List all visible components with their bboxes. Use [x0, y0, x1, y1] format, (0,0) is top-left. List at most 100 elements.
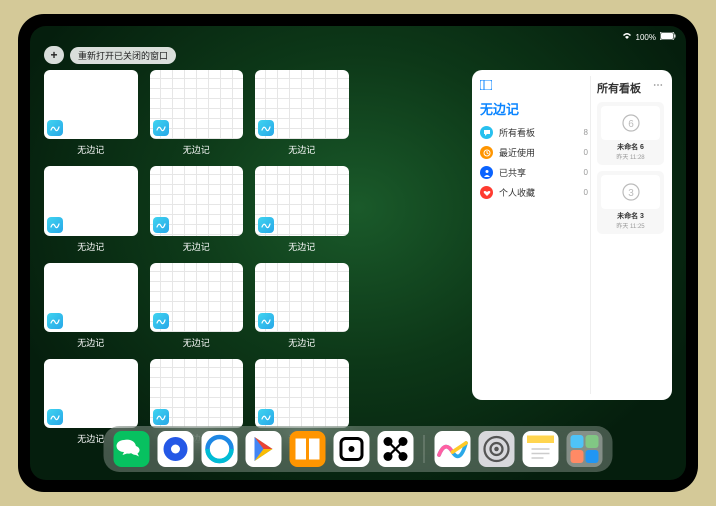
window-thumb[interactable]: 无边记: [44, 166, 138, 252]
window-card: [44, 263, 138, 332]
panel-item-label: 已共享: [499, 166, 578, 179]
wifi-icon: [622, 32, 632, 42]
board-thumb[interactable]: 6 未命名 6 昨天 11:28: [597, 102, 664, 165]
window-card: [255, 166, 349, 235]
window-card: [44, 166, 138, 235]
sidebar-icon: [480, 80, 588, 93]
window-thumb[interactable]: 无边记: [150, 263, 244, 349]
window-label: 无边记: [288, 336, 315, 349]
dock-separator: [424, 435, 425, 463]
clock-icon: [480, 146, 493, 159]
panel-item-count: 0: [584, 188, 588, 197]
panel-item-label: 个人收藏: [499, 186, 578, 199]
window-label: 无边记: [183, 336, 210, 349]
dock-browser1-icon[interactable]: [158, 431, 194, 467]
panel-right-title: 所有看板: [597, 80, 641, 96]
freeform-app-badge-icon: [47, 313, 63, 329]
freeform-app-badge-icon: [153, 120, 169, 136]
panel-item-count: 0: [584, 148, 588, 157]
panel-item-count: 0: [584, 168, 588, 177]
freeform-app-badge-icon: [258, 313, 274, 329]
panel-item[interactable]: 所有看板 8: [480, 126, 588, 139]
heart-icon: [480, 186, 493, 199]
window-thumb[interactable]: 无边记: [150, 166, 244, 252]
freeform-app-badge-icon: [153, 313, 169, 329]
person-icon: [480, 166, 493, 179]
dock-books-icon[interactable]: [290, 431, 326, 467]
window-card: [255, 263, 349, 332]
window-card: [255, 359, 349, 428]
window-grid: 无边记 无边记 无边记 无边记 无边记 无边记 无边记 无边记: [44, 70, 460, 424]
window-label: 无边记: [288, 143, 315, 156]
dock: [104, 426, 613, 472]
window-thumb[interactable]: 无边记: [255, 166, 349, 252]
board-time: 昨天 11:28: [616, 152, 644, 161]
dock-notes-icon[interactable]: [523, 431, 559, 467]
window-thumb[interactable]: 无边记: [44, 70, 138, 156]
panel-item[interactable]: 个人收藏 0: [480, 186, 588, 199]
window-card: [255, 70, 349, 139]
board-time: 昨天 11:25: [616, 221, 644, 230]
add-window-button[interactable]: +: [44, 46, 64, 64]
freeform-app-badge-icon: [47, 409, 63, 425]
freeform-app-badge-icon: [258, 120, 274, 136]
board-sketch: 3: [601, 175, 660, 209]
panel-sidebar: 无边记 所有看板 8 最近使用 0 已共享 0 个人收藏 0: [478, 76, 590, 394]
svg-text:6: 6: [628, 119, 634, 130]
dock-wechat-icon[interactable]: [114, 431, 150, 467]
board-sketch: 6: [601, 106, 660, 140]
dock-play-icon[interactable]: [246, 431, 282, 467]
freeform-panel[interactable]: 无边记 所有看板 8 最近使用 0 已共享 0 个人收藏 0 所有看板 ⋯: [472, 70, 672, 400]
screen: 100% + 重新打开已关闭的窗口 无边记 无边记 无边记 无边记 无边记 无边…: [30, 26, 686, 480]
freeform-app-badge-icon: [153, 409, 169, 425]
window-label: 无边记: [77, 240, 104, 253]
dock-connect-icon[interactable]: [378, 431, 414, 467]
freeform-app-badge-icon: [153, 217, 169, 233]
reopen-window-button[interactable]: 重新打开已关闭的窗口: [70, 47, 176, 64]
panel-item-count: 8: [584, 128, 588, 137]
window-label: 无边记: [77, 432, 104, 445]
panel-item-label: 最近使用: [499, 146, 578, 159]
dock-folder[interactable]: [567, 431, 603, 467]
panel-item[interactable]: 最近使用 0: [480, 146, 588, 159]
battery-label: 100%: [636, 33, 656, 42]
board-name: 未命名 6: [617, 142, 644, 152]
window-card: [44, 359, 138, 428]
board-name: 未命名 3: [617, 211, 644, 221]
window-thumb[interactable]: 无边记: [150, 70, 244, 156]
window-card: [150, 263, 244, 332]
bubble-icon: [480, 126, 493, 139]
window-thumb[interactable]: 无边记: [44, 263, 138, 349]
window-card: [150, 359, 244, 428]
battery-icon: [660, 32, 676, 42]
window-card: [44, 70, 138, 139]
svg-text:3: 3: [628, 188, 634, 199]
ipad-frame: 100% + 重新打开已关闭的窗口 无边记 无边记 无边记 无边记 无边记 无边…: [18, 14, 698, 492]
panel-item[interactable]: 已共享 0: [480, 166, 588, 179]
panel-right: 所有看板 ⋯ 6 未命名 6 昨天 11:28 3 未命名 3 昨天 11:25: [590, 76, 666, 394]
pill-row: + 重新打开已关闭的窗口: [44, 46, 176, 64]
status-bar: 100%: [30, 30, 686, 44]
window-thumb[interactable]: 无边记: [255, 263, 349, 349]
window-label: 无边记: [77, 143, 104, 156]
freeform-app-badge-icon: [258, 409, 274, 425]
dock-settings-icon[interactable]: [479, 431, 515, 467]
dock-freeform-icon[interactable]: [435, 431, 471, 467]
content-area: 无边记 无边记 无边记 无边记 无边记 无边记 无边记 无边记: [44, 70, 672, 424]
panel-title: 无边记: [480, 99, 588, 118]
window-thumb[interactable]: 无边记: [255, 70, 349, 156]
window-card: [150, 166, 244, 235]
dock-dice-icon[interactable]: [334, 431, 370, 467]
window-label: 无边记: [288, 240, 315, 253]
board-thumb[interactable]: 3 未命名 3 昨天 11:25: [597, 171, 664, 234]
freeform-app-badge-icon: [258, 217, 274, 233]
window-card: [150, 70, 244, 139]
window-label: 无边记: [183, 240, 210, 253]
freeform-app-badge-icon: [47, 120, 63, 136]
panel-list: 所有看板 8 最近使用 0 已共享 0 个人收藏 0: [480, 126, 588, 199]
panel-item-label: 所有看板: [499, 126, 578, 139]
more-icon[interactable]: ⋯: [653, 80, 664, 96]
freeform-app-badge-icon: [47, 217, 63, 233]
dock-browser2-icon[interactable]: [202, 431, 238, 467]
window-label: 无边记: [77, 336, 104, 349]
